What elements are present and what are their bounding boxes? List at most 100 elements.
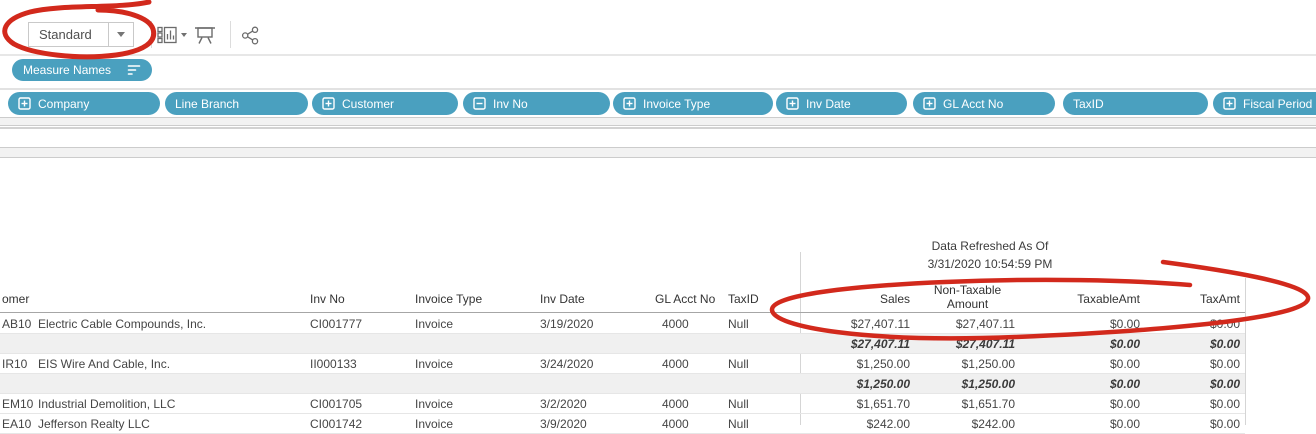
taxid-cell[interactable]: Null bbox=[728, 314, 749, 334]
sales-cell[interactable]: $27,407.11 bbox=[815, 314, 910, 334]
non-taxable-cell[interactable]: $1,250.00 bbox=[920, 354, 1015, 374]
taxable-amt-cell[interactable]: $0.00 bbox=[1045, 414, 1140, 434]
tax-amt-cell[interactable]: $0.00 bbox=[1145, 314, 1240, 334]
taxid-cell[interactable]: Null bbox=[728, 394, 749, 414]
taxable-amt-subtotal-cell[interactable]: $0.00 bbox=[1045, 334, 1140, 354]
pill-label: Company bbox=[38, 97, 89, 111]
collapse-minus-icon[interactable] bbox=[473, 97, 486, 110]
customer-code-cell[interactable]: EA10 bbox=[2, 414, 36, 434]
column-header-inv-date[interactable]: Inv Date bbox=[540, 292, 585, 306]
view-mode-dropdown[interactable]: Standard bbox=[28, 22, 134, 47]
non-taxable-cell[interactable]: $27,407.11 bbox=[920, 314, 1015, 334]
share-button[interactable] bbox=[241, 26, 260, 45]
sales-subtotal-cell[interactable]: $27,407.11 bbox=[815, 334, 910, 354]
expand-plus-icon[interactable] bbox=[923, 97, 936, 110]
column-header-tax-amt[interactable]: TaxAmt bbox=[1145, 292, 1240, 306]
customer-name-cell[interactable]: Industrial Demolition, LLC bbox=[38, 394, 175, 414]
measure-names-pill[interactable]: Measure Names bbox=[12, 59, 152, 81]
shelf-divider bbox=[0, 127, 1316, 129]
gl-acct-cell[interactable]: 4000 bbox=[662, 354, 689, 374]
column-header-inv-no[interactable]: Inv No bbox=[310, 292, 345, 306]
non-taxable-cell[interactable]: $1,651.70 bbox=[920, 394, 1015, 414]
inv-no-cell[interactable]: CI001742 bbox=[310, 414, 362, 434]
inv-date-cell[interactable]: 3/2/2020 bbox=[540, 394, 587, 414]
inv-date-cell[interactable]: 3/19/2020 bbox=[540, 314, 593, 334]
column-header-sales[interactable]: Sales bbox=[815, 292, 910, 306]
pill-line-branch[interactable]: Line Branch bbox=[165, 92, 308, 115]
table-subtotal-row[interactable]: $27,407.11 $27,407.11 $0.00 $0.00 bbox=[0, 334, 1245, 354]
table-row[interactable]: AB10 Electric Cable Compounds, Inc. CI00… bbox=[0, 314, 1245, 334]
expand-plus-icon[interactable] bbox=[18, 97, 31, 110]
tax-amt-cell[interactable]: $0.00 bbox=[1145, 394, 1240, 414]
header-underline bbox=[0, 312, 1245, 313]
data-refreshed-timestamp: 3/31/2020 10:54:59 PM bbox=[840, 257, 1140, 271]
taxable-amt-subtotal-cell[interactable]: $0.00 bbox=[1045, 374, 1140, 394]
taxable-amt-cell[interactable]: $0.00 bbox=[1045, 354, 1140, 374]
pill-fiscal-period[interactable]: Fiscal Period bbox=[1213, 92, 1316, 115]
non-taxable-subtotal-cell[interactable]: $1,250.00 bbox=[920, 374, 1015, 394]
pill-label: GL Acct No bbox=[943, 97, 1003, 111]
inv-date-cell[interactable]: 3/9/2020 bbox=[540, 414, 587, 434]
invoice-type-cell[interactable]: Invoice bbox=[415, 354, 453, 374]
column-header-taxid[interactable]: TaxID bbox=[728, 292, 759, 306]
invoice-type-cell[interactable]: Invoice bbox=[415, 314, 453, 334]
view-mode-dropdown-button[interactable] bbox=[108, 23, 133, 46]
taxid-cell[interactable]: Null bbox=[728, 354, 749, 374]
presentation-mode-button[interactable] bbox=[194, 26, 216, 45]
sales-cell[interactable]: $1,250.00 bbox=[815, 354, 910, 374]
gl-acct-cell[interactable]: 4000 bbox=[662, 414, 689, 434]
chevron-down-icon bbox=[181, 33, 187, 37]
column-header-invoice-type[interactable]: Invoice Type bbox=[415, 292, 482, 306]
column-header-non-taxable[interactable]: Non-Taxable Amount bbox=[920, 283, 1015, 311]
customer-name-cell[interactable]: Electric Cable Compounds, Inc. bbox=[38, 314, 206, 334]
taxable-amt-cell[interactable]: $0.00 bbox=[1045, 394, 1140, 414]
pill-label: Fiscal Period bbox=[1243, 97, 1312, 111]
gl-acct-cell[interactable]: 4000 bbox=[662, 314, 689, 334]
inv-date-cell[interactable]: 3/24/2020 bbox=[540, 354, 593, 374]
table-row[interactable]: IR10 EIS Wire And Cable, Inc. II000133 I… bbox=[0, 354, 1245, 374]
pill-gl-acct-no[interactable]: GL Acct No bbox=[913, 92, 1055, 115]
tax-amt-subtotal-cell[interactable]: $0.00 bbox=[1145, 374, 1240, 394]
taxable-amt-cell[interactable]: $0.00 bbox=[1045, 314, 1140, 334]
tax-amt-subtotal-cell[interactable]: $0.00 bbox=[1145, 334, 1240, 354]
pill-customer[interactable]: Customer bbox=[312, 92, 458, 115]
non-taxable-cell[interactable]: $242.00 bbox=[920, 414, 1015, 434]
table-row[interactable]: EM10 Industrial Demolition, LLC CI001705… bbox=[0, 394, 1245, 414]
inv-no-cell[interactable]: II000133 bbox=[310, 354, 357, 374]
tax-amt-cell[interactable]: $0.00 bbox=[1145, 354, 1240, 374]
sales-cell[interactable]: $1,651.70 bbox=[815, 394, 910, 414]
pill-taxid[interactable]: TaxID bbox=[1063, 92, 1208, 115]
invoice-type-cell[interactable]: Invoice bbox=[415, 414, 453, 434]
customer-name-cell[interactable]: Jefferson Realty LLC bbox=[38, 414, 150, 434]
expand-plus-icon[interactable] bbox=[322, 97, 335, 110]
customer-name-cell[interactable]: EIS Wire And Cable, Inc. bbox=[38, 354, 170, 374]
expand-plus-icon[interactable] bbox=[623, 97, 636, 110]
column-header-gl-acct-no[interactable]: GL Acct No bbox=[655, 292, 715, 306]
sales-subtotal-cell[interactable]: $1,250.00 bbox=[815, 374, 910, 394]
column-header-customer[interactable]: omer bbox=[2, 292, 29, 306]
column-header-taxable-amt[interactable]: TaxableAmt bbox=[1045, 292, 1140, 306]
view-mode-value: Standard bbox=[39, 23, 92, 46]
tax-amt-cell[interactable]: $0.00 bbox=[1145, 414, 1240, 434]
sales-cell[interactable]: $242.00 bbox=[815, 414, 910, 434]
customer-code-cell[interactable]: AB10 bbox=[2, 314, 36, 334]
inv-no-cell[interactable]: CI001705 bbox=[310, 394, 362, 414]
show-hide-cards-button[interactable] bbox=[157, 26, 187, 44]
expand-plus-icon[interactable] bbox=[1223, 97, 1236, 110]
gl-acct-cell[interactable]: 4000 bbox=[662, 394, 689, 414]
customer-code-cell[interactable]: IR10 bbox=[2, 354, 36, 374]
table-row[interactable]: EA10 Jefferson Realty LLC CI001742 Invoi… bbox=[0, 414, 1245, 434]
non-taxable-subtotal-cell[interactable]: $27,407.11 bbox=[920, 334, 1015, 354]
inv-no-cell[interactable]: CI001777 bbox=[310, 314, 362, 334]
pill-company[interactable]: Company bbox=[8, 92, 160, 115]
pill-inv-no[interactable]: Inv No bbox=[463, 92, 610, 115]
taxid-cell[interactable]: Null bbox=[728, 414, 749, 434]
invoice-type-cell[interactable]: Invoice bbox=[415, 394, 453, 414]
expand-plus-icon[interactable] bbox=[786, 97, 799, 110]
pill-inv-date[interactable]: Inv Date bbox=[776, 92, 907, 115]
empty-shelf-row bbox=[0, 147, 1316, 158]
customer-code-cell[interactable]: EM10 bbox=[2, 394, 36, 414]
table-subtotal-row[interactable]: $1,250.00 $1,250.00 $0.00 $0.00 bbox=[0, 374, 1245, 394]
toolbar-divider bbox=[151, 21, 152, 48]
pill-invoice-type[interactable]: Invoice Type bbox=[613, 92, 773, 115]
